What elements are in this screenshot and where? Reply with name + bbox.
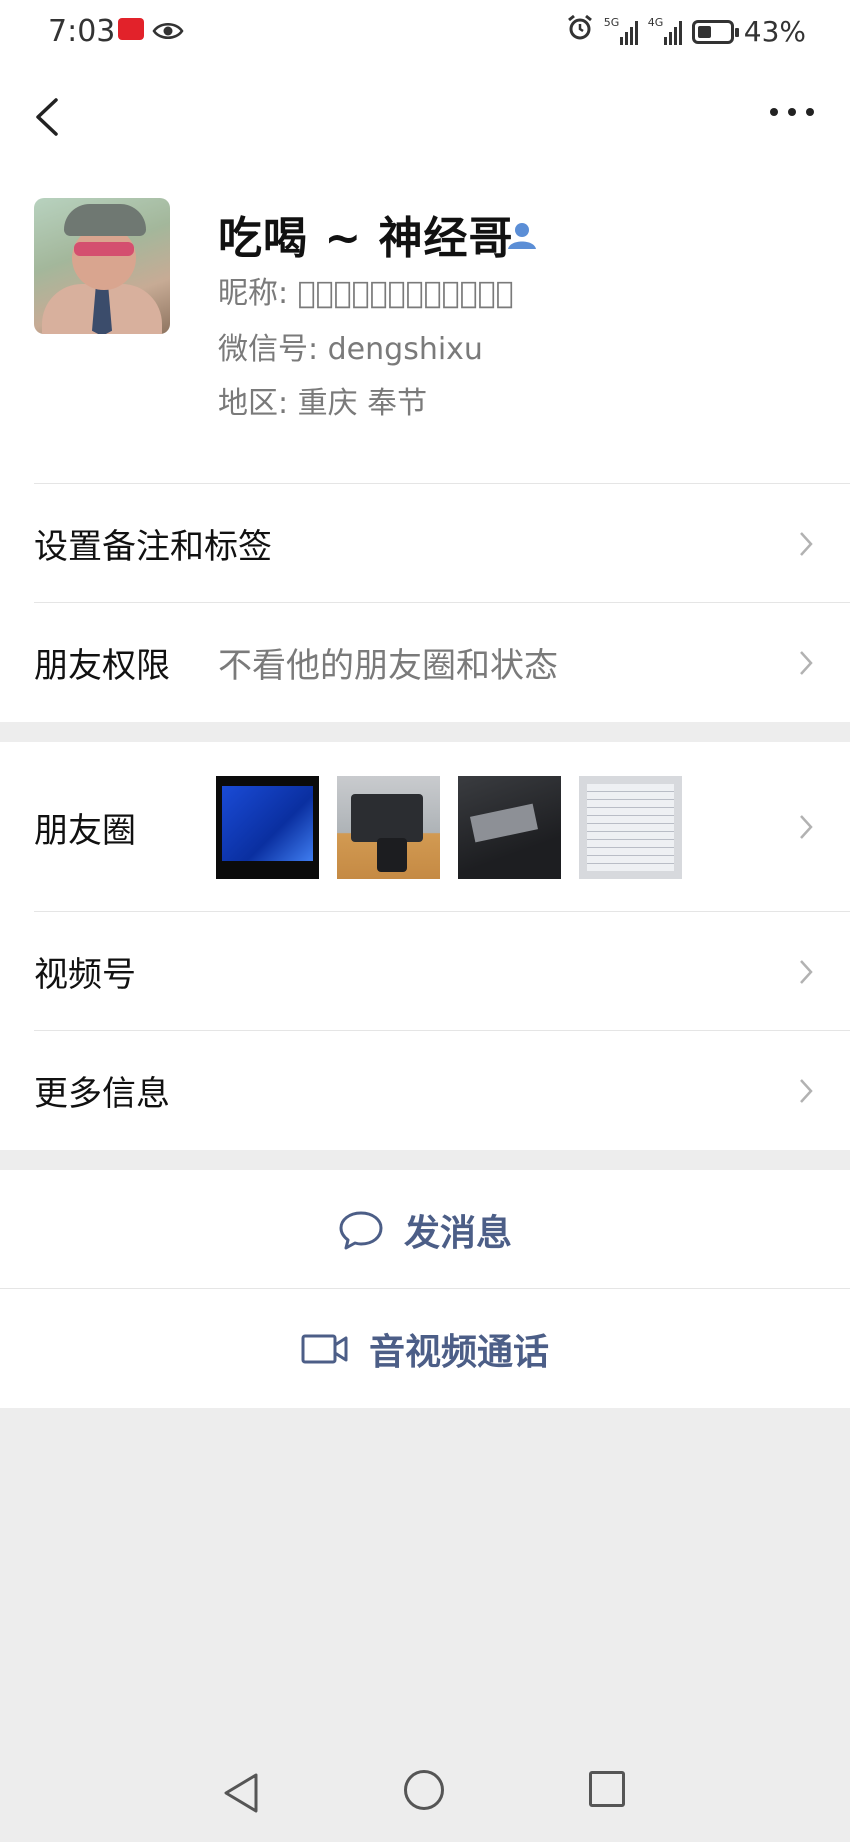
more-info-row[interactable]: 更多信息 (0, 1031, 850, 1150)
top-bar (0, 66, 850, 166)
status-bar: 7:03 5G 4G 43% (0, 0, 850, 66)
set-remarks-tags-row[interactable]: 设置备注和标签 (0, 484, 850, 603)
chevron-right-icon (800, 650, 813, 675)
moments-thumbnails (216, 776, 682, 879)
app-notification-icon (118, 18, 144, 40)
set-remarks-tags-label: 设置备注和标签 (34, 527, 272, 567)
battery-icon (691, 19, 739, 44)
region: 地区: 重庆 奉节 (218, 386, 428, 421)
wechat-id: 微信号: dengshixu (218, 332, 483, 367)
more-dots-icon (770, 108, 778, 116)
video-camera-icon (301, 1334, 348, 1363)
moments-thumbnail[interactable] (337, 776, 440, 879)
more-options-button[interactable] (770, 100, 814, 124)
chevron-right-icon (800, 959, 813, 984)
moments-label: 朋友圈 (34, 810, 136, 851)
avatar[interactable] (34, 198, 170, 334)
status-time: 7:03 (48, 14, 116, 49)
alarm-icon (566, 14, 594, 49)
moments-row[interactable]: 朋友圈 (0, 742, 850, 912)
friend-permissions-row[interactable]: 朋友权限 不看他的朋友圈和状态 (0, 603, 850, 722)
system-nav-bar (0, 1740, 850, 1842)
contact-person-icon (506, 220, 538, 254)
signal-icon-5g: 5G (604, 17, 638, 45)
contact-name: 吃喝 ~ 神经哥 (218, 213, 514, 264)
nav-back-icon[interactable] (222, 1772, 260, 1814)
profile-header: 吃喝 ~ 神经哥 昵称: 抓͛狂͛的͛神͛经͛哥͛ 微信号: dengshixu… (0, 166, 850, 484)
channels-row[interactable]: 视频号 (0, 912, 850, 1031)
chevron-right-icon (800, 1078, 813, 1103)
moments-thumbnail[interactable] (216, 776, 319, 879)
contact-profile-page: 吃喝 ~ 神经哥 昵称: 抓͛狂͛的͛神͛经͛哥͛ 微信号: dengshixu… (0, 66, 850, 1408)
moments-thumbnail[interactable] (458, 776, 561, 879)
signal-icon-4g: 4G (648, 17, 682, 45)
send-message-label: 发消息 (403, 1212, 512, 1254)
eye-icon (152, 20, 184, 46)
moments-thumbnail[interactable] (579, 776, 682, 879)
chevron-left-icon (36, 98, 58, 136)
nav-home-icon[interactable] (404, 1770, 444, 1810)
chevron-right-icon (800, 815, 813, 839)
friend-permissions-value: 不看他的朋友圈和状态 (218, 646, 558, 686)
video-call-button[interactable]: 音视频通话 (0, 1289, 850, 1408)
video-call-label: 音视频通话 (368, 1331, 549, 1373)
chevron-right-icon (800, 531, 813, 556)
channels-label: 视频号 (34, 955, 136, 995)
more-info-label: 更多信息 (34, 1074, 170, 1114)
nickname: 昵称: 抓͛狂͛的͛神͛经͛哥͛ (218, 276, 514, 311)
chat-bubble-icon (339, 1211, 383, 1249)
friend-permissions-label: 朋友权限 (34, 646, 170, 686)
send-message-button[interactable]: 发消息 (0, 1170, 850, 1289)
battery-percent: 43% (743, 15, 806, 48)
nav-recents-icon[interactable] (589, 1771, 625, 1807)
back-button[interactable] (28, 92, 68, 142)
